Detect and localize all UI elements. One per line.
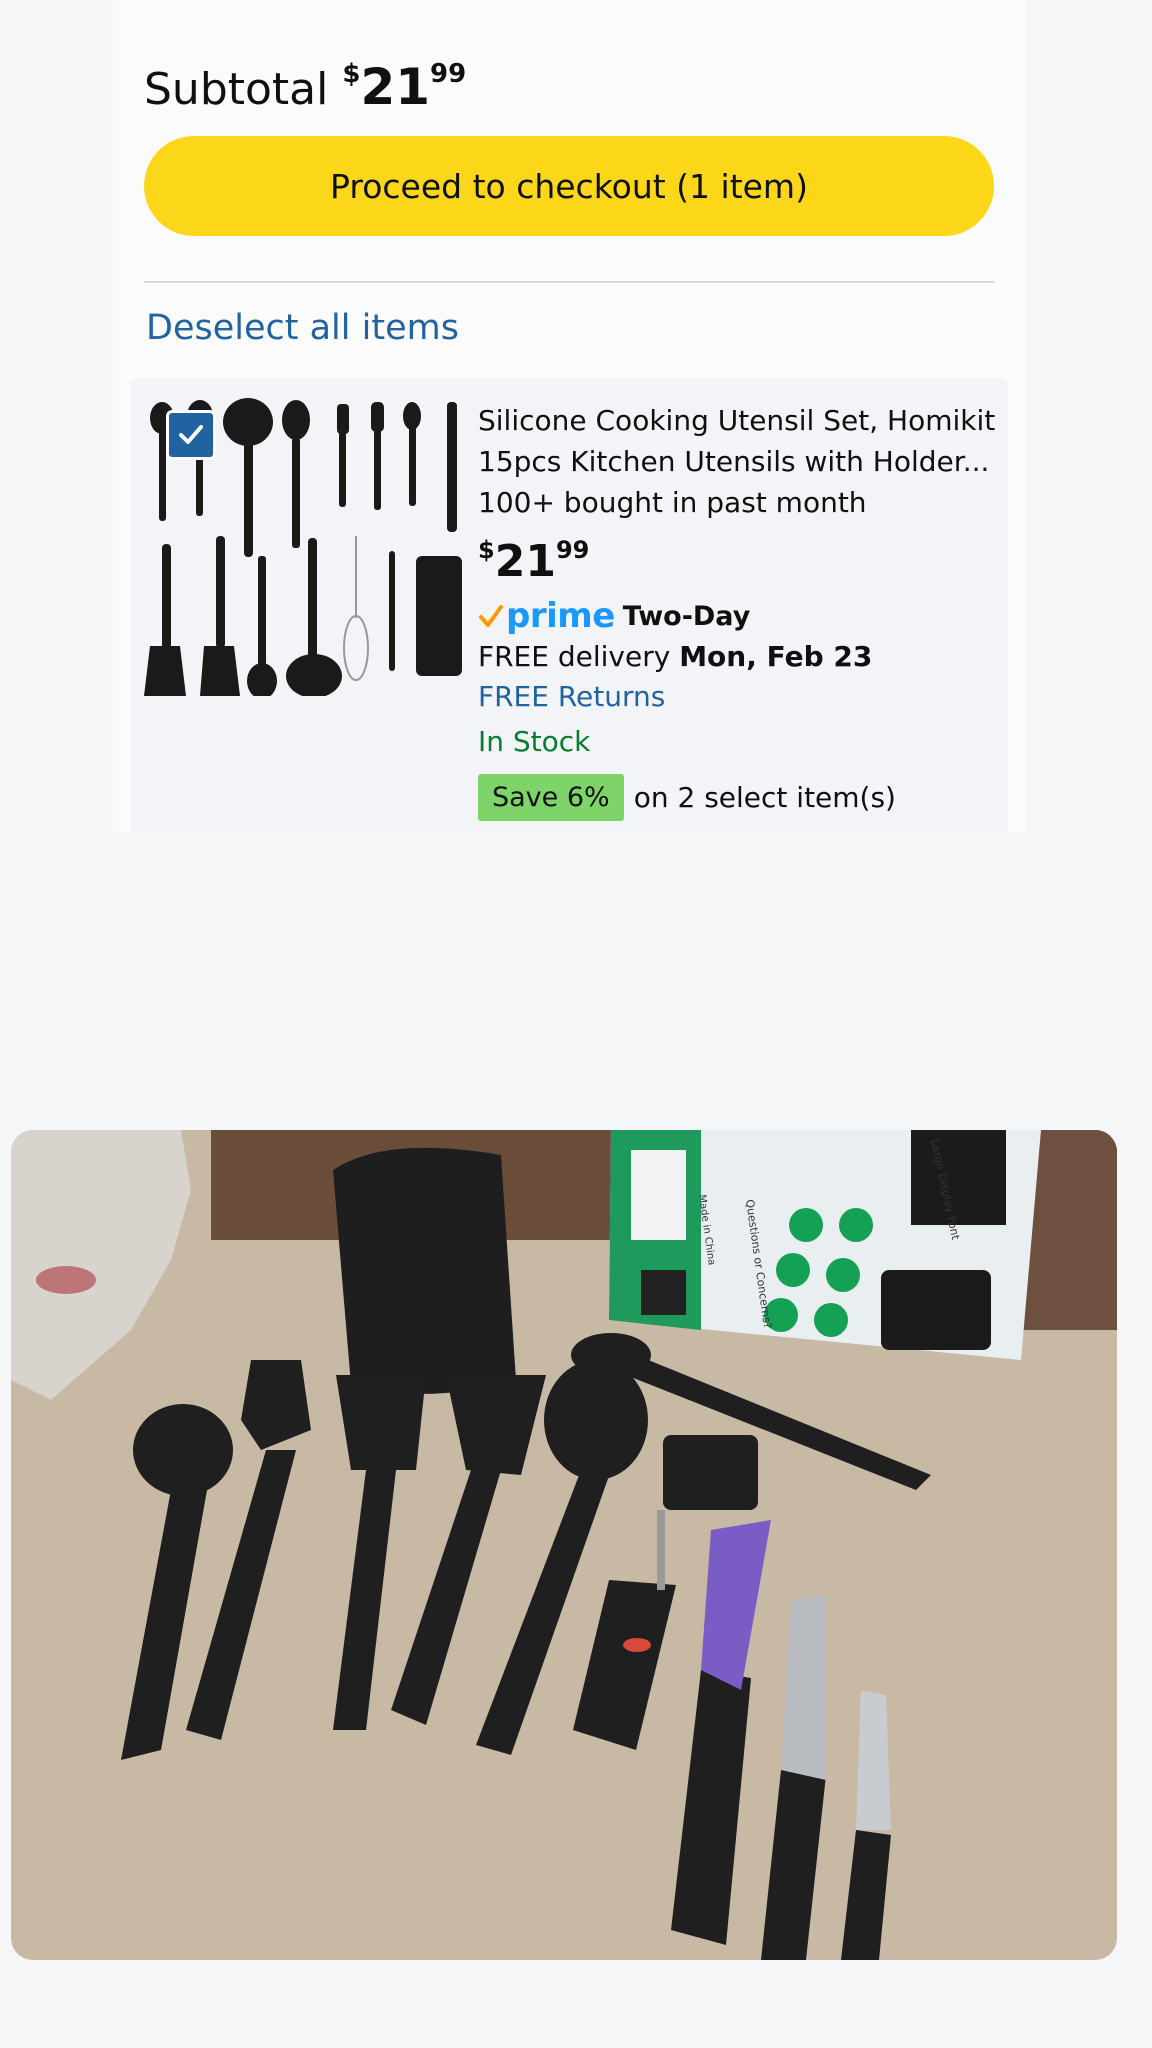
checkmark-icon — [179, 425, 203, 444]
divider — [144, 281, 994, 283]
price-whole: 21 — [494, 536, 556, 587]
product-photo: Large Display Font Questions or Concerns… — [11, 1130, 1117, 1960]
prime-check-icon — [479, 605, 503, 627]
item-select-checkbox[interactable] — [166, 410, 216, 460]
subtotal-whole: 21 — [360, 58, 431, 116]
item-price: $2199 — [478, 536, 589, 587]
bought-count: 100+ bought in past month — [478, 486, 867, 519]
subtotal: Subtotal $2199 — [144, 44, 466, 120]
delivery-prefix: FREE delivery — [478, 640, 671, 673]
subtotal-currency: $ — [342, 59, 361, 89]
stock-status: In Stock — [478, 725, 591, 758]
save-badge: Save 6% — [478, 774, 624, 821]
price-fraction: 99 — [555, 536, 590, 564]
deselect-all-link[interactable]: Deselect all items — [146, 308, 459, 348]
cart-item: Silicone Cooking Utensil Set, Homikit 15… — [130, 378, 1008, 832]
delivery-date: Mon, Feb 23 — [679, 640, 873, 673]
prime-logo: prime — [506, 596, 615, 636]
prime-shipping: prime Two-Day — [478, 596, 750, 636]
subtotal-fraction: 99 — [430, 59, 467, 89]
shipping-speed: Two-Day — [622, 600, 751, 632]
save-text: on 2 select item(s) — [633, 781, 896, 814]
delivery-info: FREE delivery Mon, Feb 23 — [478, 640, 872, 673]
free-returns-link[interactable]: FREE Returns — [478, 680, 665, 713]
price-currency: $ — [478, 536, 495, 564]
proceed-to-checkout-button[interactable]: Proceed to checkout (1 item) — [144, 136, 994, 236]
item-title[interactable]: Silicone Cooking Utensil Set, Homikit 15… — [478, 400, 1003, 482]
savings-row: Save 6% on 2 select item(s) — [478, 774, 896, 821]
subtotal-label: Subtotal — [144, 64, 329, 115]
